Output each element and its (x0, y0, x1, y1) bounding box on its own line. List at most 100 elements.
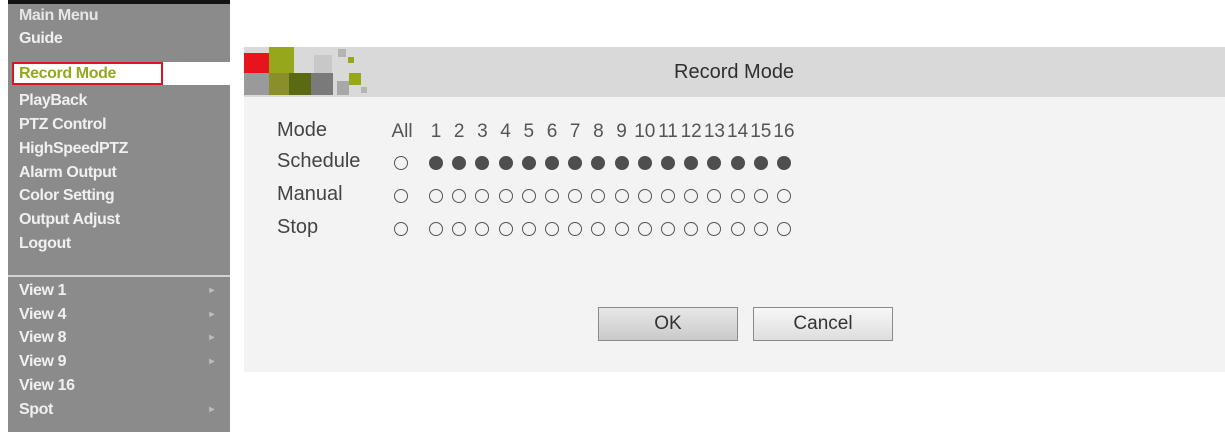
menu-item-view-9[interactable]: View 9 ▸ (8, 350, 230, 373)
radio-stop-channel-10[interactable] (637, 222, 652, 236)
radio-stop-channel-14[interactable] (730, 222, 745, 236)
radio-stop-channel-12[interactable] (684, 222, 699, 236)
radio-schedule-channel-7[interactable] (568, 156, 583, 170)
radio-stop-channel-11[interactable] (661, 222, 675, 236)
radio-schedule-channel-5[interactable] (521, 156, 536, 170)
radio-stop-channel-16[interactable] (777, 222, 791, 236)
radio-schedule-channel-4[interactable] (498, 156, 513, 170)
radio-schedule-channel-6[interactable] (545, 156, 559, 170)
radio-manual-channel-13[interactable] (707, 189, 722, 203)
radio-schedule-channel-9[interactable] (614, 156, 629, 170)
channel-header-16: 16 (773, 121, 795, 142)
menu-item-label: Alarm Output (19, 164, 117, 181)
channel-header-1: 1 (430, 121, 442, 142)
menu-item-spot[interactable]: Spot ▸ (8, 398, 230, 421)
menu-item-label: Main Menu (19, 7, 99, 24)
mode-row-schedule: Schedule (277, 150, 1177, 176)
channel-header-9: 9 (616, 121, 627, 142)
submenu-arrow-icon: ▸ (209, 404, 214, 415)
context-menu: Main Menu Guide Record Mode PlayBack PTZ Con… (8, 0, 230, 432)
radio-schedule-channel-10[interactable] (637, 156, 652, 170)
radio-manual-channel-12[interactable] (684, 189, 699, 203)
radio-manual-channel-10[interactable] (637, 189, 652, 203)
dialog-header: Record Mode (244, 47, 1225, 97)
radio-manual-channel-6[interactable] (545, 189, 559, 203)
radio-stop-channel-8[interactable] (591, 222, 606, 236)
submenu-arrow-icon: ▸ (209, 356, 214, 367)
menu-item-view-8[interactable]: View 8 ▸ (8, 326, 230, 349)
radio-stop-channel-5[interactable] (521, 222, 536, 236)
radio-stop-channel-4[interactable] (498, 222, 513, 236)
menu-item-label: HighSpeedPTZ (19, 140, 128, 157)
selection-outline (12, 62, 163, 85)
cancel-button[interactable]: Cancel (753, 307, 893, 341)
mode-label: Mode (277, 119, 328, 141)
menu-item-label: View 16 (19, 377, 75, 394)
radio-manual-channel-16[interactable] (777, 189, 791, 203)
channel-header-10: 10 (634, 121, 656, 142)
mode-row-label: Manual (277, 183, 343, 205)
menu-item-label: View 9 (19, 353, 67, 370)
radio-manual-channel-3[interactable] (475, 189, 490, 203)
mode-row-label: Schedule (277, 150, 361, 172)
radio-schedule-channel-13[interactable] (707, 156, 722, 170)
channel-header-4: 4 (500, 121, 511, 142)
menu-item-view-16[interactable]: View 16 (8, 374, 230, 397)
menu-item-playback[interactable]: PlayBack (8, 89, 230, 112)
dialog-title: Record Mode (674, 61, 795, 83)
radio-stop-channel-2[interactable] (452, 222, 467, 236)
menu-item-guide[interactable]: Guide (8, 27, 230, 50)
menu-item-alarm-output[interactable]: Alarm Output (8, 161, 230, 184)
radio-manual-channel-11[interactable] (661, 189, 675, 203)
radio-schedule-channel-14[interactable] (730, 156, 745, 170)
radio-manual-channel-15[interactable] (753, 189, 768, 203)
radio-schedule-channel-8[interactable] (591, 156, 606, 170)
radio-manual-channel-5[interactable] (521, 189, 536, 203)
submenu-arrow-icon: ▸ (209, 332, 214, 343)
menu-item-highspeedptz[interactable]: HighSpeedPTZ (8, 137, 230, 160)
radio-all-schedule[interactable] (394, 156, 408, 170)
all-label: All (391, 121, 413, 142)
menu-item-label: Logout (19, 235, 71, 252)
radio-manual-channel-7[interactable] (568, 189, 583, 203)
radio-stop-channel-1[interactable] (429, 222, 443, 236)
radio-schedule-channel-15[interactable] (753, 156, 768, 170)
radio-manual-channel-4[interactable] (498, 189, 513, 203)
menu-item-record-mode[interactable]: Record Mode (12, 62, 230, 85)
channel-header-7: 7 (569, 121, 581, 142)
radio-schedule-channel-1[interactable] (429, 156, 443, 170)
radio-stop-channel-9[interactable] (614, 222, 629, 236)
radio-manual-channel-2[interactable] (452, 189, 467, 203)
ok-button[interactable]: OK (598, 307, 738, 341)
radio-stop-channel-6[interactable] (545, 222, 559, 236)
radio-schedule-channel-12[interactable] (684, 156, 699, 170)
menu-item-label: Guide (19, 30, 63, 47)
menu-item-label: Color Setting (19, 187, 115, 204)
menu-item-output-adjust[interactable]: Output Adjust (8, 208, 230, 231)
radio-stop-channel-3[interactable] (475, 222, 490, 236)
radio-schedule-channel-16[interactable] (777, 156, 791, 170)
record-mode-dialog: Record Mode Mode All 1 2 3 4 5 6 7 8 9 10 11 12 13 14… (244, 47, 1225, 372)
radio-manual-channel-9[interactable] (614, 189, 629, 203)
menu-item-view-1[interactable]: View 1 ▸ (8, 279, 230, 302)
radio-stop-channel-7[interactable] (568, 222, 583, 236)
radio-stop-channel-13[interactable] (707, 222, 722, 236)
menu-item-logout[interactable]: Logout (8, 232, 230, 255)
radio-schedule-channel-11[interactable] (661, 156, 675, 170)
radio-all-stop[interactable] (394, 222, 408, 236)
radio-schedule-channel-3[interactable] (475, 156, 490, 170)
radio-all-manual[interactable] (394, 189, 408, 203)
menu-item-color-setting[interactable]: Color Setting (8, 184, 230, 207)
radio-schedule-channel-2[interactable] (452, 156, 467, 170)
menu-item-view-4[interactable]: View 4 ▸ (8, 303, 230, 326)
radio-manual-channel-14[interactable] (730, 189, 745, 203)
menu-item-label: View 1 (19, 282, 67, 299)
radio-manual-channel-8[interactable] (591, 189, 606, 203)
menu-item-ptz-control[interactable]: PTZ Control (8, 113, 230, 136)
mode-header-row: Mode All 1 2 3 4 5 6 7 8 9 10 11 12 13 14 15 16 (277, 119, 1177, 145)
menu-item-label: Output Adjust (19, 211, 120, 228)
radio-manual-channel-1[interactable] (429, 189, 443, 203)
channel-header-6: 6 (546, 121, 558, 142)
channel-header-3: 3 (477, 121, 488, 142)
radio-stop-channel-15[interactable] (753, 222, 768, 236)
